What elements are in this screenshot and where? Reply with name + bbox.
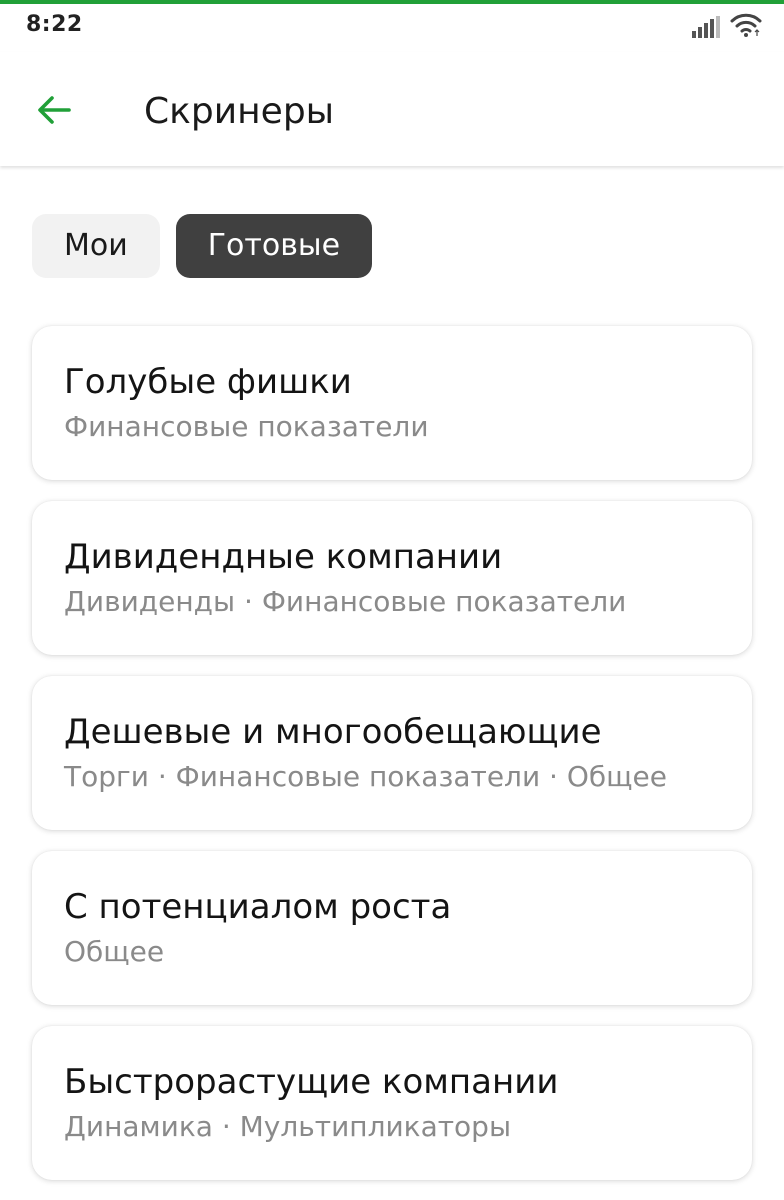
tab-my[interactable]: Мои <box>32 214 160 278</box>
screener-title: Голубые фишки <box>64 362 352 402</box>
screener-card-blue-chips[interactable]: Голубые фишки Финансовые показатели <box>32 326 752 480</box>
status-time: 8:22 <box>26 12 83 37</box>
status-icons <box>692 12 762 42</box>
tab-ready[interactable]: Готовые <box>175 214 373 278</box>
page-title: Скринеры <box>144 91 335 132</box>
screener-title: Дешевые и многообещающие <box>64 712 602 752</box>
screener-subtitle: Торги · Финансовые показатели · Общее <box>64 760 667 793</box>
screener-subtitle: Дивиденды · Финансовые показатели <box>64 585 627 618</box>
screener-tabs: Мои Готовые <box>32 214 373 278</box>
screener-subtitle: Общее <box>64 935 165 968</box>
wifi-icon <box>730 12 762 42</box>
arrow-left-icon <box>36 95 72 129</box>
screener-title: С потенциалом роста <box>64 887 452 927</box>
screener-subtitle: Динамика · Мультипликаторы <box>64 1110 512 1143</box>
screener-card-growth-potential[interactable]: С потенциалом роста Общее <box>32 851 752 1005</box>
signal-icon <box>692 16 720 42</box>
screener-card-fast-growing[interactable]: Быстрорастущие компании Динамика · Мульт… <box>32 1026 752 1180</box>
screener-card-cheap-promising[interactable]: Дешевые и многообещающие Торги · Финансо… <box>32 676 752 830</box>
screener-list: Голубые фишки Финансовые показатели Диви… <box>32 326 752 1200</box>
status-bar: 8:22 <box>0 4 784 52</box>
back-button[interactable] <box>24 82 84 142</box>
screener-title: Быстрорастущие компании <box>64 1062 559 1102</box>
screener-card-dividend[interactable]: Дивидендные компании Дивиденды · Финансо… <box>32 501 752 655</box>
screen: 8:22 Скринеры Мои Готовые Голубые фишки … <box>0 0 784 1200</box>
screener-title: Дивидендные компании <box>64 537 503 577</box>
app-bar: Скринеры <box>0 52 784 166</box>
screener-subtitle: Финансовые показатели <box>64 410 429 443</box>
